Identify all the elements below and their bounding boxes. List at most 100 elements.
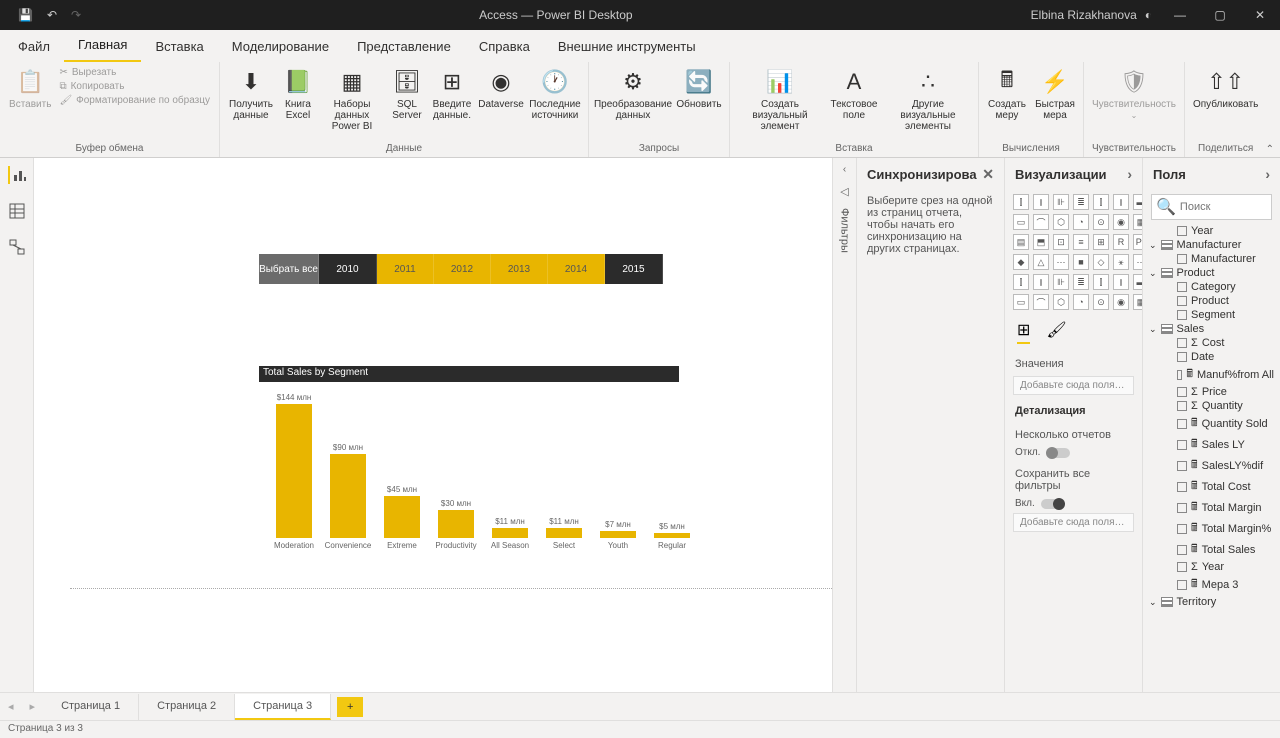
redo-icon[interactable]: ↷ [71, 8, 81, 22]
bar-Productivity[interactable]: $30 млнProductivity [436, 499, 476, 550]
report-canvas[interactable]: Выбрать все201020112012201320142015 Tota… [34, 158, 832, 692]
bar-chart[interactable]: $144 млнModeration$90 млнConvenience$45 … [274, 390, 694, 570]
undo-icon[interactable]: ↶ [47, 8, 57, 22]
viz-type-23[interactable]: ⋯ [1053, 254, 1069, 270]
ribbon-Быстрая-мера[interactable]: ⚡Быстраямера [1031, 64, 1079, 123]
minimize-button[interactable]: — [1160, 0, 1200, 30]
viz-type-11[interactable]: ⊙ [1093, 214, 1109, 230]
ribbon-Наборы-данных-Power-BI[interactable]: ▦Наборыданных Power BI [318, 64, 386, 134]
viz-type-39[interactable]: ⊙ [1093, 294, 1109, 310]
slicer-year-2012[interactable]: 2012 [434, 254, 491, 284]
field-Date[interactable]: Date [1143, 350, 1280, 364]
maximize-button[interactable]: ▢ [1200, 0, 1240, 30]
field-Sales[interactable]: ⌄Sales [1143, 322, 1280, 336]
viz-type-36[interactable]: ⌒ [1033, 294, 1049, 310]
viz-type-35[interactable]: ▭ [1013, 294, 1029, 310]
user-avatar-icon[interactable]: ◐ [1145, 8, 1152, 22]
ribbon-Получить-данные[interactable]: ⬇Получитьданные [224, 64, 278, 123]
slicer-year-2015[interactable]: 2015 [605, 254, 663, 284]
viz-type-14[interactable]: ▤ [1013, 234, 1029, 250]
viz-type-5[interactable]: ⫾ [1113, 194, 1129, 210]
sensitivity-button[interactable]: 🛡Чувствительность⌄ [1088, 64, 1180, 122]
ribbon-Создать-меру[interactable]: 🖩Создатьмеру [983, 64, 1031, 123]
field-Total Margin%[interactable]: 🖩Total Margin% [1143, 518, 1280, 539]
add-page-button[interactable]: + [337, 697, 363, 717]
field-Manufacturer[interactable]: ⌄Manufacturer [1143, 238, 1280, 252]
tab-Вставка[interactable]: Вставка [141, 31, 217, 62]
field-Category[interactable]: Category [1143, 280, 1280, 294]
bar-Youth[interactable]: $7 млнYouth [598, 520, 638, 550]
ribbon-Dataverse[interactable]: ◉Dataverse [476, 64, 526, 112]
field-Price[interactable]: ΣPrice [1143, 385, 1280, 399]
ribbon-Книга-Excel[interactable]: 📗КнигаExcel [278, 64, 318, 123]
page-tab-1[interactable]: Страница 2 [139, 694, 235, 720]
slicer-year-2011[interactable]: 2011 [377, 254, 434, 284]
viz-type-4[interactable]: ⫿ [1093, 194, 1109, 210]
format-tab-icon[interactable]: 🖌 [1046, 320, 1066, 344]
format-painter-button[interactable]: 🖌Форматирование по образцу [55, 94, 214, 107]
viz-type-3[interactable]: ≣ [1073, 194, 1089, 210]
slicer-select-all[interactable]: Выбрать все [259, 254, 319, 284]
collapse-ribbon-button[interactable]: ⌃ [1266, 144, 1274, 155]
publish-button[interactable]: ⇧⇧Опубликовать [1189, 64, 1262, 112]
page-nav-next[interactable]: ▸ [22, 700, 44, 713]
keep-filters-toggle[interactable]: Вкл. [1005, 496, 1142, 511]
viz-type-29[interactable]: ⫾ [1033, 274, 1049, 290]
fields-tree[interactable]: Year⌄ManufacturerManufacturer⌄ProductCat… [1143, 224, 1280, 609]
page-nav-prev[interactable]: ◂ [0, 700, 22, 713]
chevron-right-icon[interactable]: › [1127, 166, 1132, 182]
data-view-tab[interactable] [8, 202, 26, 220]
bar-Regular[interactable]: $5 млнRegular [652, 522, 692, 550]
slicer-year-2014[interactable]: 2014 [548, 254, 605, 284]
field-Quantity Sold[interactable]: 🖩Quantity Sold [1143, 413, 1280, 434]
ribbon-Создать-визуальный-элемент[interactable]: 📊Создатьвизуальный элемент [734, 64, 826, 134]
field-Segment[interactable]: Segment [1143, 308, 1280, 322]
close-icon[interactable]: ✕ [982, 166, 994, 183]
field-Manufacturer[interactable]: Manufacturer [1143, 252, 1280, 266]
viz-type-15[interactable]: ⬒ [1033, 234, 1049, 250]
field-Total Sales[interactable]: 🖩Total Sales [1143, 539, 1280, 560]
filters-pane-collapsed[interactable]: ‹ ◁ Фильтры [832, 158, 856, 692]
viz-type-24[interactable]: ■ [1073, 254, 1089, 270]
field-Product[interactable]: ⌄Product [1143, 266, 1280, 280]
tab-Справка[interactable]: Справка [465, 31, 544, 62]
viz-type-1[interactable]: ⫾ [1033, 194, 1049, 210]
viz-type-25[interactable]: ◇ [1093, 254, 1109, 270]
ribbon-Другие-визуальные-элементы[interactable]: ∴Другиевизуальные элементы [882, 64, 974, 134]
viz-type-21[interactable]: ◆ [1013, 254, 1029, 270]
bar-Moderation[interactable]: $144 млнModeration [274, 393, 314, 550]
viz-type-31[interactable]: ≣ [1073, 274, 1089, 290]
viz-type-0[interactable]: ⫿ [1013, 194, 1029, 210]
field-Year[interactable]: ΣYear [1143, 560, 1280, 574]
field-Мера 3[interactable]: 🖩Мера 3 [1143, 574, 1280, 595]
viz-type-26[interactable]: ⚹ [1113, 254, 1129, 270]
viz-type-16[interactable]: ⊡ [1053, 234, 1069, 250]
viz-type-17[interactable]: ≡ [1073, 234, 1089, 250]
field-Territory[interactable]: ⌄Territory [1143, 595, 1280, 609]
viz-type-9[interactable]: ⬡ [1053, 214, 1069, 230]
save-icon[interactable]: 💾 [18, 8, 33, 22]
cross-report-toggle[interactable]: Откл. [1005, 445, 1142, 460]
ribbon-SQL-Server[interactable]: 🗄SQLServer [386, 64, 428, 123]
viz-type-37[interactable]: ⬡ [1053, 294, 1069, 310]
viz-type-38[interactable]: ◔ [1073, 294, 1089, 310]
cut-button[interactable]: ✂Вырезать [55, 66, 214, 79]
viz-type-32[interactable]: ⫿ [1093, 274, 1109, 290]
field-Total Cost[interactable]: 🖩Total Cost [1143, 476, 1280, 497]
ribbon-Текстовое-поле[interactable]: AТекстовоеполе [826, 64, 882, 123]
field-Year[interactable]: Year [1143, 224, 1280, 238]
viz-type-22[interactable]: △ [1033, 254, 1049, 270]
year-slicer[interactable]: Выбрать все201020112012201320142015 [259, 254, 663, 284]
viz-type-33[interactable]: ⫾ [1113, 274, 1129, 290]
field-Manuf%from All[interactable]: 🖩Manuf%from All [1143, 364, 1280, 385]
viz-type-2[interactable]: ⊪ [1053, 194, 1069, 210]
paste-button[interactable]: 📋 Вставить [5, 64, 55, 112]
visualization-gallery[interactable]: ⫿⫾⊪≣⫿⫾▬▭⌒⬡◔⊙◉▦▤⬒⊡≡⊞RPy◆△⋯■◇⚹⋯⫿⫾⊪≣⫿⫾▬▭⌒⬡◔… [1005, 190, 1142, 314]
user-name[interactable]: Elbina Rizakhanova [1031, 8, 1137, 22]
field-Cost[interactable]: ΣCost [1143, 336, 1280, 350]
field-Quantity[interactable]: ΣQuantity [1143, 399, 1280, 413]
field-Product[interactable]: Product [1143, 294, 1280, 308]
model-view-tab[interactable] [8, 238, 26, 256]
chevron-right-icon[interactable]: › [1265, 166, 1270, 182]
drillthrough-field-well[interactable]: Добавьте сюда поля дета... [1013, 513, 1134, 532]
